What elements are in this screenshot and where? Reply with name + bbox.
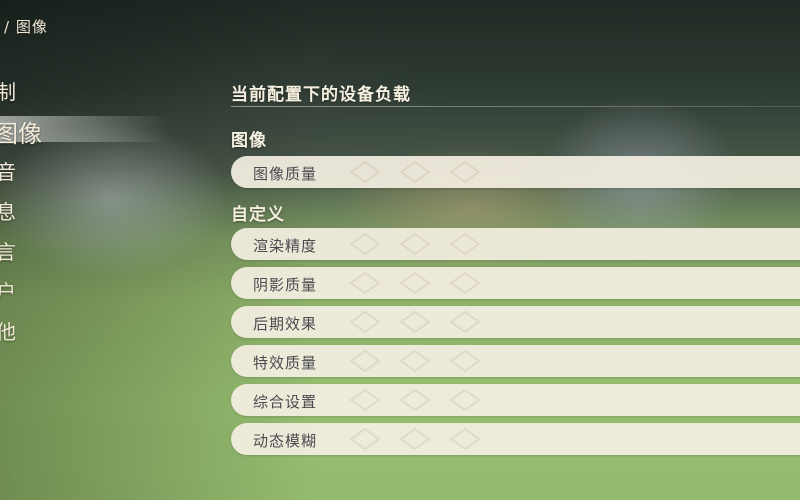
sidebar-item-controls[interactable]: 制: [0, 76, 16, 105]
setting-row-motion-blur[interactable]: 动态模糊: [231, 423, 800, 455]
sidebar-item-account[interactable]: 户: [0, 276, 16, 305]
setting-row-post-processing[interactable]: 后期效果: [231, 306, 800, 338]
setting-label: 后期效果: [253, 315, 318, 333]
sidebar-item-notifications[interactable]: 息: [0, 196, 16, 225]
setting-label: 阴影质量: [253, 276, 318, 294]
row-pattern-icon: [349, 349, 481, 373]
row-pattern-icon: [349, 232, 481, 256]
setting-label: 动态模糊: [253, 432, 318, 450]
row-pattern-icon: [349, 427, 481, 451]
sidebar-item-audio[interactable]: 音: [0, 156, 16, 185]
sidebar-item-language[interactable]: 言: [0, 236, 16, 265]
section-divider: [231, 106, 800, 107]
row-pattern-icon: [349, 388, 481, 412]
setting-label: 图像质量: [253, 165, 318, 183]
setting-label: 综合设置: [253, 393, 318, 411]
image-section-title: 图像: [231, 131, 267, 151]
side-menu: 制 图像 音 息 言 户 他: [0, 0, 170, 500]
sidebar-item-other[interactable]: 他: [0, 316, 16, 345]
row-pattern-icon: [349, 271, 481, 295]
row-pattern-icon: [349, 160, 481, 184]
custom-section-title: 自定义: [231, 205, 285, 225]
setting-row-image-quality[interactable]: 图像质量: [231, 156, 800, 188]
setting-label: 特效质量: [253, 354, 318, 372]
setting-row-shadow-quality[interactable]: 阴影质量: [231, 267, 800, 299]
setting-label: 渲染精度: [253, 237, 318, 255]
row-pattern-icon: [349, 310, 481, 334]
setting-row-effects-quality[interactable]: 特效质量: [231, 345, 800, 377]
setting-row-overall-settings[interactable]: 综合设置: [231, 384, 800, 416]
device-load-title: 当前配置下的设备负载: [231, 85, 411, 105]
setting-row-render-resolution[interactable]: 渲染精度: [231, 228, 800, 260]
sidebar-item-graphics[interactable]: 图像: [0, 114, 42, 149]
